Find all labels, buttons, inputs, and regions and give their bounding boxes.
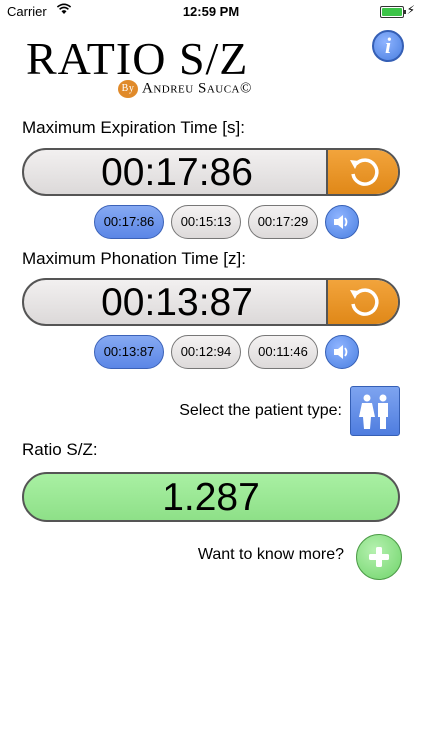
- reset-icon: [350, 288, 379, 316]
- info-icon: i: [384, 33, 392, 58]
- speaker-icon: [334, 345, 348, 359]
- by-badge: By: [118, 80, 138, 98]
- more-info-label: Want to know more?: [197, 546, 344, 563]
- author-byline: By Andreu Sauca©: [118, 80, 252, 98]
- more-info-button[interactable]: [356, 534, 402, 580]
- phonation-timer[interactable]: 00:13:87: [22, 278, 400, 326]
- battery-icon: [380, 6, 406, 18]
- app-title: RATIO S/Z: [26, 33, 249, 84]
- phonation-attempt-3[interactable]: 00:11:46: [248, 335, 318, 369]
- phonation-attempt-2[interactable]: 00:12:94: [171, 335, 241, 369]
- info-button[interactable]: i: [372, 30, 404, 62]
- phonation-sound-button[interactable]: [325, 335, 359, 369]
- phonation-reset-button[interactable]: [326, 280, 398, 324]
- speaker-icon: [334, 215, 348, 229]
- expiration-label: Maximum Expiration Time [s]:: [22, 118, 245, 137]
- phonation-attempt-1[interactable]: 00:13:87: [94, 335, 164, 369]
- patient-type-label: Select the patient type:: [179, 402, 342, 419]
- expiration-attempt-3[interactable]: 00:17:29: [248, 205, 318, 239]
- expiration-reset-button[interactable]: [326, 150, 398, 194]
- phonation-label: Maximum Phonation Time [z]:: [22, 249, 246, 268]
- expiration-timer[interactable]: 00:17:86: [22, 148, 400, 196]
- expiration-timer-value: 00:17:86: [101, 151, 253, 194]
- clock: 12:59 PM: [182, 4, 240, 19]
- plus-icon: [369, 547, 389, 567]
- expiration-sound-button[interactable]: [325, 205, 359, 239]
- adult-patient-icon: [359, 394, 388, 429]
- ratio-label: Ratio S/Z:: [22, 440, 98, 459]
- status-bar: Carrier 12:59 PM ⚡: [0, 0, 422, 22]
- ratio-result: 1.287: [22, 472, 400, 522]
- expiration-attempt-1[interactable]: 00:17:86: [94, 205, 164, 239]
- patient-type-button[interactable]: [350, 386, 400, 436]
- expiration-attempt-2[interactable]: 00:15:13: [171, 205, 241, 239]
- charging-icon: ⚡: [406, 3, 415, 17]
- reset-icon: [350, 158, 379, 186]
- author-name: Andreu Sauca©: [142, 80, 252, 97]
- phonation-timer-value: 00:13:87: [101, 281, 253, 324]
